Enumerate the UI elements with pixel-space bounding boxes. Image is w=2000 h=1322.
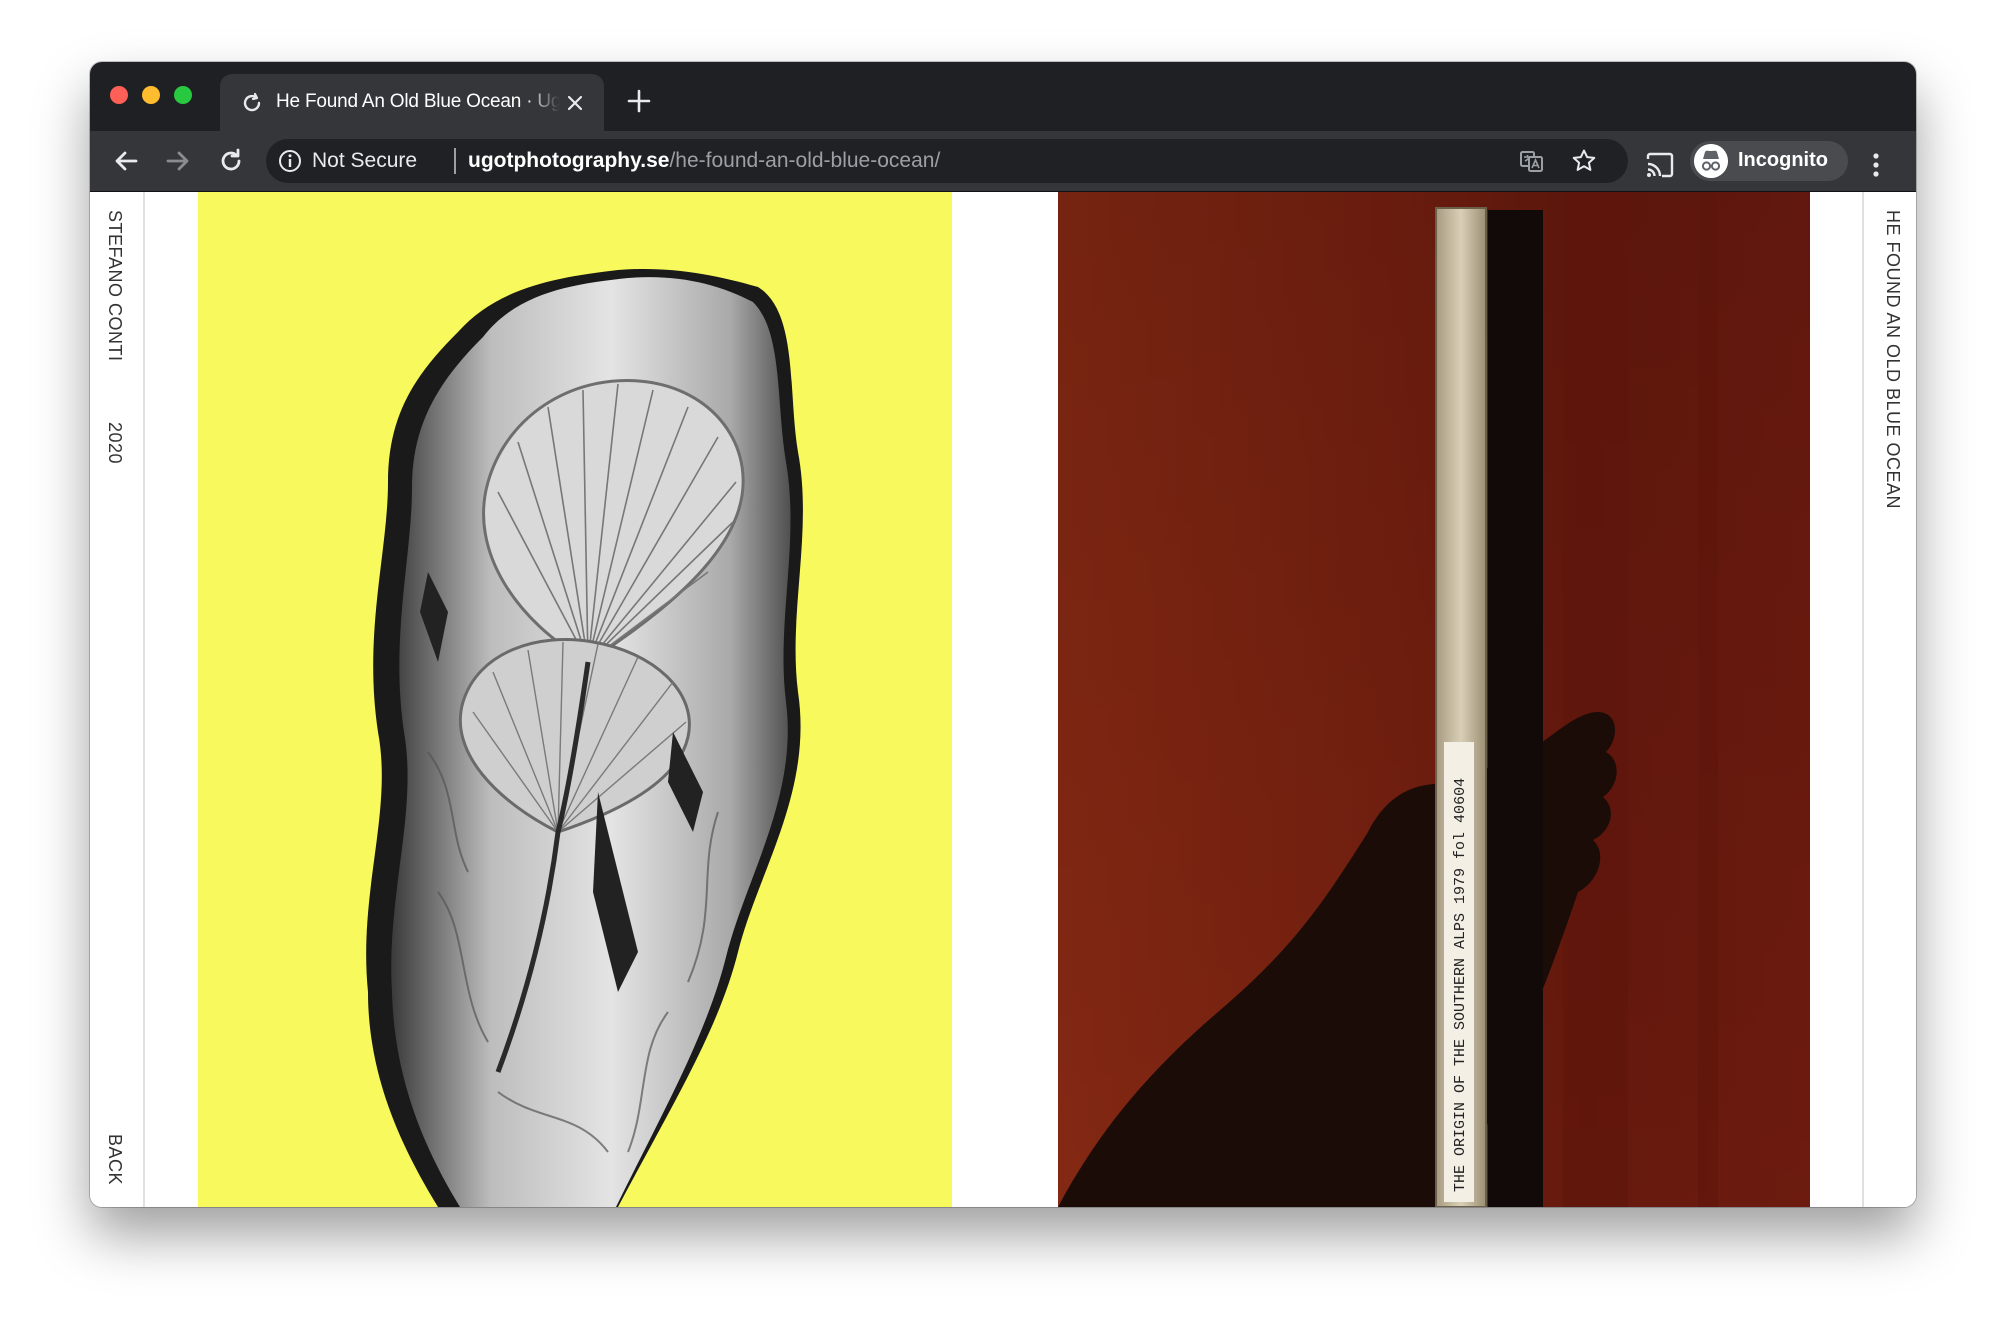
bookmark-star-icon[interactable] xyxy=(1571,148,1597,174)
more-options-icon[interactable] xyxy=(1870,150,1882,180)
address-separator xyxy=(454,148,456,174)
maximize-window-button[interactable] xyxy=(174,86,192,104)
web-page: STEFANO CONTI 2020 BACK HE FOUND AN OLD … xyxy=(90,192,1916,1207)
minimize-window-button[interactable] xyxy=(142,86,160,104)
new-tab-icon[interactable] xyxy=(626,88,652,114)
left-divider xyxy=(143,192,145,1207)
security-label[interactable]: Not Secure xyxy=(312,149,417,173)
window-controls xyxy=(110,86,192,104)
browser-toolbar: Not Secure ugotphotography.se/he-found-a… xyxy=(90,131,1916,192)
address-bar[interactable]: Not Secure ugotphotography.se/he-found-a… xyxy=(266,139,1628,183)
cast-icon[interactable] xyxy=(1645,152,1675,178)
url-text[interactable]: ugotphotography.se/he-found-an-old-blue-… xyxy=(468,149,940,173)
tab-strip: He Found An Old Blue Ocean · Ugot xyxy=(90,62,1916,131)
fossil-image xyxy=(366,268,803,1207)
close-window-button[interactable] xyxy=(110,86,128,104)
right-divider xyxy=(1862,192,1864,1207)
forward-arrow-icon[interactable] xyxy=(163,146,193,176)
browser-window: He Found An Old Blue Ocean · Ugot Not Se… xyxy=(90,62,1916,1207)
incognito-icon xyxy=(1694,144,1728,178)
book-spine-image: THE ORIGIN OF THE SOUTHERN ALPS 1979 fol… xyxy=(1058,192,1810,1207)
loading-icon xyxy=(243,92,261,112)
book-spine-photo: THE ORIGIN OF THE SOUTHERN ALPS 1979 fol… xyxy=(1058,192,1810,1207)
incognito-profile-button[interactable]: Incognito xyxy=(1690,141,1848,181)
book-spine-label: THE ORIGIN OF THE SOUTHERN ALPS 1979 fol… xyxy=(1452,778,1469,1192)
url-path: /he-found-an-old-blue-ocean/ xyxy=(669,149,941,172)
info-icon[interactable] xyxy=(278,149,302,173)
translate-icon[interactable] xyxy=(1519,148,1545,174)
url-host: ugotphotography.se xyxy=(468,149,670,172)
profile-label: Incognito xyxy=(1738,149,1828,171)
close-tab-icon[interactable] xyxy=(566,94,584,112)
active-tab[interactable]: He Found An Old Blue Ocean · Ugot xyxy=(220,74,604,131)
artist-name: STEFANO CONTI xyxy=(105,210,125,362)
back-arrow-icon[interactable] xyxy=(111,146,141,176)
project-year: 2020 xyxy=(105,422,125,465)
back-link[interactable]: BACK xyxy=(104,1134,125,1185)
project-title: HE FOUND AN OLD BLUE OCEAN xyxy=(1883,210,1903,510)
fossil-photo xyxy=(198,192,952,1207)
tab-title: He Found An Old Blue Ocean · Ugot xyxy=(276,91,560,112)
reload-icon[interactable] xyxy=(216,146,246,176)
